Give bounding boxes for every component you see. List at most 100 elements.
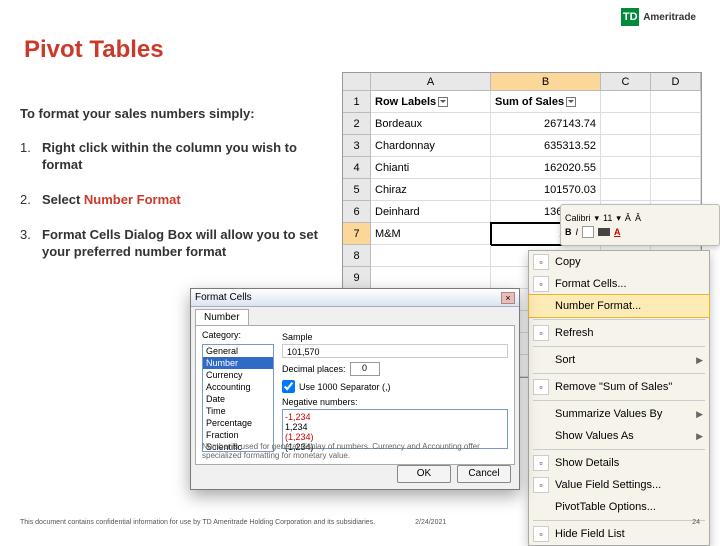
font-name[interactable]: Calibri [565,213,591,223]
cell[interactable]: 267143.74 [491,113,601,135]
menu-item[interactable]: Number Format... [529,295,709,317]
close-icon[interactable]: × [501,292,515,304]
cell[interactable]: Chianti [371,157,491,179]
cell[interactable] [371,267,491,289]
cell[interactable]: 101570.03 [491,179,601,201]
list-item[interactable]: (1,234) [285,432,505,442]
thousand-separator-checkbox[interactable] [282,380,295,393]
row-header[interactable]: 8 [343,245,371,267]
cell[interactable]: Chiraz [371,179,491,201]
row-header[interactable]: 9 [343,267,371,289]
cell[interactable] [651,91,701,113]
grow-font-icon[interactable]: Â [625,213,631,223]
footer: This document contains confidential info… [20,519,700,526]
font-color-icon[interactable]: A [614,227,621,237]
menu-item[interactable]: ▫Hide Field List [529,523,709,545]
menu-label: Value Field Settings... [555,479,661,491]
category-list[interactable]: GeneralNumberCurrencyAccountingDateTimeP… [202,344,274,452]
menu-label: Remove "Sum of Sales" [555,381,672,393]
cell-text: Sum of Sales [495,96,564,108]
fill-color-icon[interactable] [598,228,610,236]
menu-item[interactable]: Show Values As▶ [529,425,709,447]
brand-logo: TD Ameritrade [621,8,696,26]
list-item[interactable]: Date [203,393,273,405]
cell[interactable] [601,91,651,113]
cell[interactable] [371,245,491,267]
submenu-arrow-icon: ▶ [696,409,703,420]
bold-icon[interactable]: B [565,227,572,237]
dialog-tab-number[interactable]: Number [195,309,249,325]
list-item[interactable]: Currency [203,369,273,381]
row-header[interactable]: 7 [343,223,371,245]
col-header-d[interactable]: D [651,73,701,91]
intro-text: To format your sales numbers simply: [20,106,255,121]
select-all-corner[interactable] [343,73,371,91]
font-size[interactable]: 11 [603,213,612,223]
cell[interactable] [651,157,701,179]
menu-item[interactable]: Summarize Values By▶ [529,403,709,425]
list-item[interactable]: Accounting [203,381,273,393]
cell[interactable]: 162020.55 [491,157,601,179]
cell[interactable]: Chardonnay [371,135,491,157]
col-header-a[interactable]: A [371,73,491,91]
list-item[interactable]: Fraction [203,429,273,441]
header-row: 1 Row Labels Sum of Sales [343,91,701,113]
menu-label: Number Format... [555,300,641,312]
menu-item[interactable]: ▫Copy [529,251,709,273]
row-header[interactable]: 3 [343,135,371,157]
list-item[interactable]: 1,234 [285,422,505,432]
row-header[interactable]: 6 [343,201,371,223]
cancel-button[interactable]: Cancel [457,465,511,483]
row-header[interactable]: 2 [343,113,371,135]
menu-item[interactable]: ▫Value Field Settings... [529,474,709,496]
dialog-title: Format Cells [195,292,252,303]
row-header[interactable]: 4 [343,157,371,179]
filter-dropdown-icon[interactable] [438,97,448,107]
row-header[interactable]: 5 [343,179,371,201]
cell[interactable] [601,179,651,201]
col-header-c[interactable]: C [601,73,651,91]
mini-toolbar[interactable]: Calibri▾ 11▾ Â Ǎ B I A [560,204,720,246]
menu-item[interactable]: ▫Format Cells... [529,273,709,295]
step-text: Format Cells Dialog Box will allow you t… [42,227,320,261]
list-item[interactable]: General [203,345,273,357]
list-item[interactable]: Percentage [203,417,273,429]
cell[interactable]: M&M [371,223,491,245]
list-item[interactable]: Time [203,405,273,417]
cell[interactable] [601,135,651,157]
copy-icon: ▫ [533,254,549,270]
menu-item[interactable]: Sort▶ [529,349,709,371]
menu-item[interactable]: ▫Show Details [529,452,709,474]
border-icon[interactable] [582,226,594,238]
cell[interactable]: Deinhard [371,201,491,223]
menu-item[interactable]: ▫Refresh [529,322,709,344]
cell[interactable] [651,113,701,135]
list-item[interactable]: Number [203,357,273,369]
col-header-b[interactable]: B [491,73,601,91]
refresh-icon: ▫ [533,325,549,341]
table-row: 5Chiraz101570.03 [343,179,701,201]
decimal-places-input[interactable]: 0 [350,362,380,376]
italic-icon[interactable]: I [576,227,579,237]
brand-badge: TD [621,8,639,26]
ok-button[interactable]: OK [397,465,451,483]
cell[interactable]: Row Labels [371,91,491,113]
cell[interactable] [601,157,651,179]
cell[interactable] [651,179,701,201]
row-header[interactable]: 1 [343,91,371,113]
menu-item[interactable]: PivotTable Options... [529,496,709,518]
shrink-font-icon[interactable]: Ǎ [635,213,641,223]
filter-dropdown-icon[interactable] [566,97,576,107]
cell[interactable]: Sum of Sales [491,91,601,113]
step-text: Select Number Format [42,192,181,209]
cell[interactable]: 635313.52 [491,135,601,157]
cell[interactable]: Bordeaux [371,113,491,135]
menu-item[interactable]: ▫Remove "Sum of Sales" [529,376,709,398]
separator [533,400,705,401]
format-cells-dialog: Format Cells × Number Category: GeneralN… [190,288,520,490]
cell[interactable] [651,135,701,157]
separator-label: Use 1000 Separator (,) [299,382,391,392]
cell[interactable] [601,113,651,135]
table-row: 3Chardonnay635313.52 [343,135,701,157]
list-item[interactable]: -1,234 [285,412,505,422]
